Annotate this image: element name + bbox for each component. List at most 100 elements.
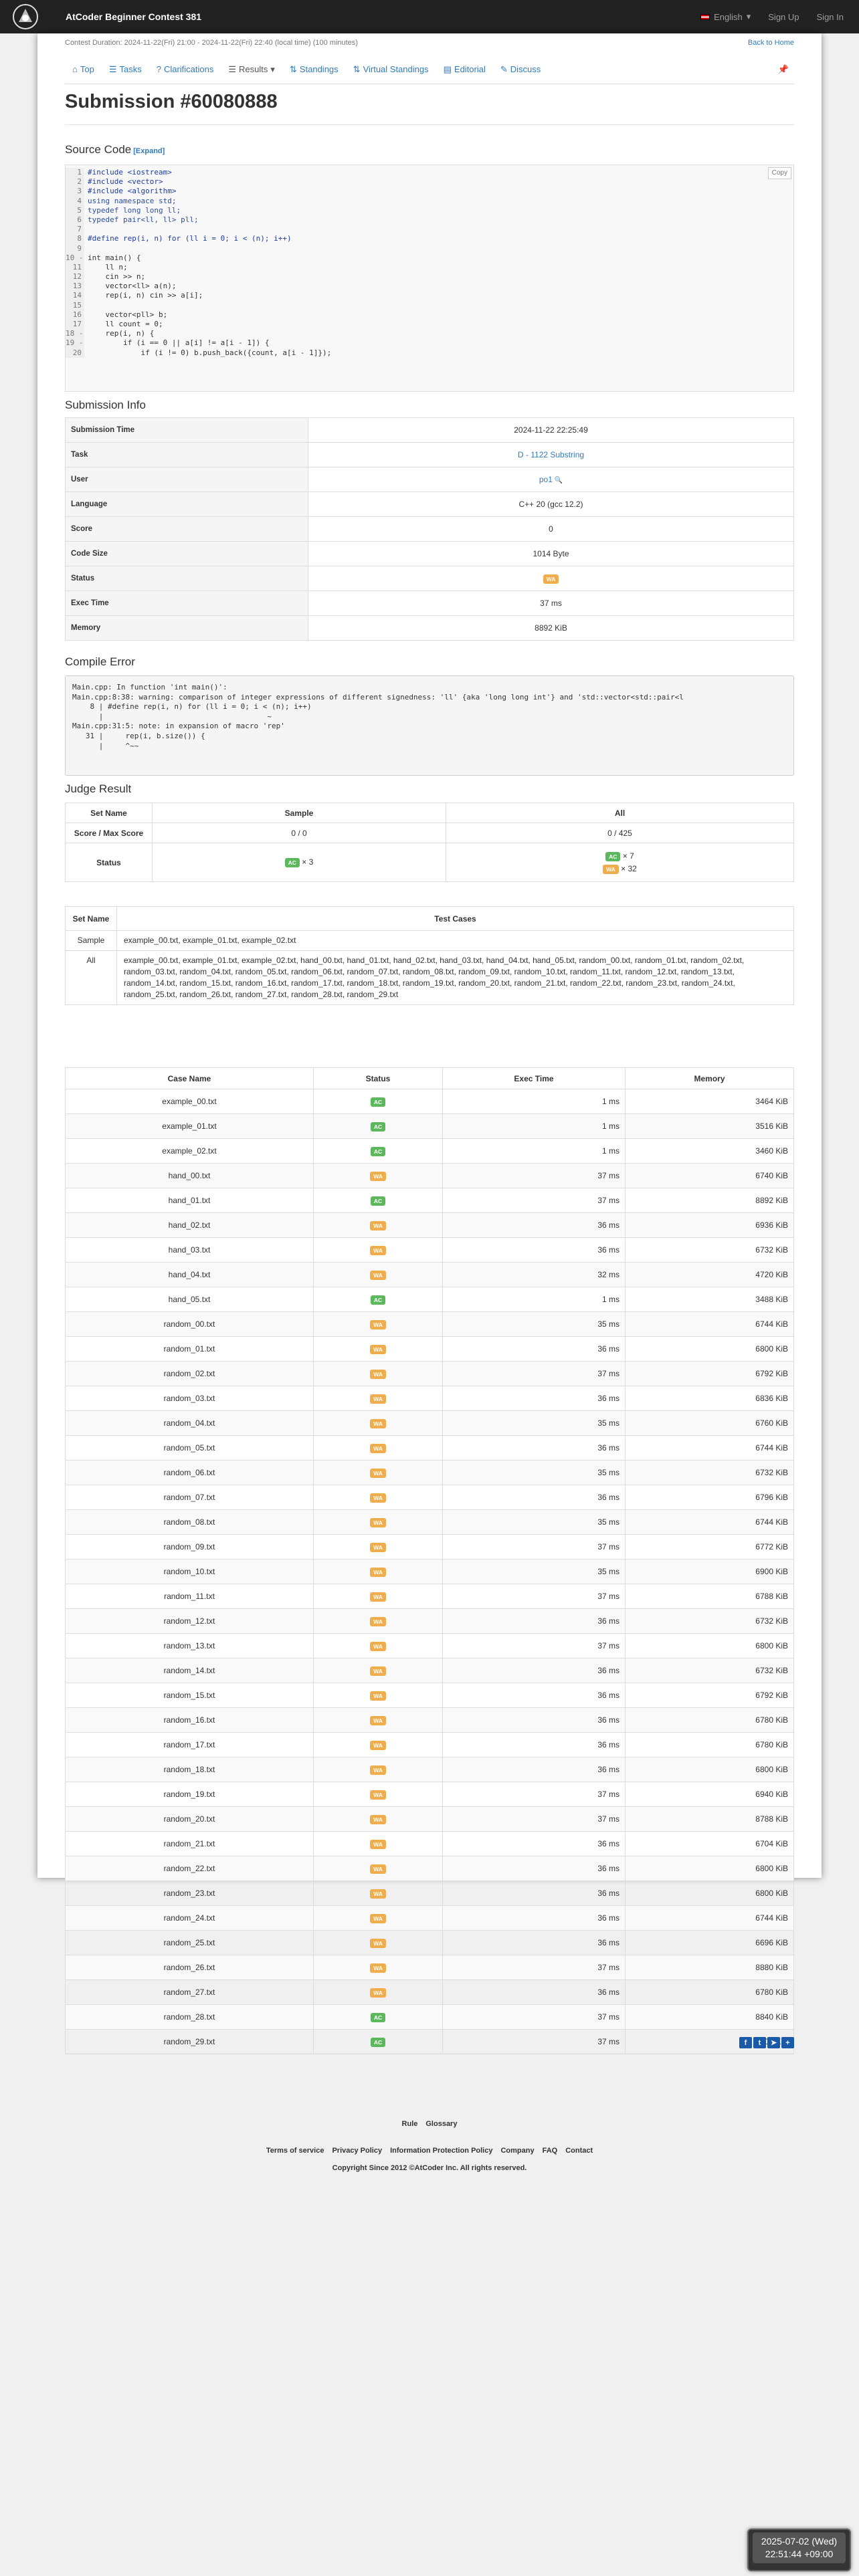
wa-badge: WA xyxy=(603,864,619,874)
telegram-icon[interactable]: ➤ xyxy=(767,2037,780,2048)
status-badge: WA xyxy=(543,574,559,584)
judge-result-heading: Judge Result xyxy=(65,782,132,795)
page-title: Submission #60080888 xyxy=(65,91,278,112)
info-key: User xyxy=(65,467,308,492)
case-exec-time: 37 ms xyxy=(442,1782,626,1807)
table-row: random_26.txt WA 37 ms 8880 KiB xyxy=(65,1955,794,1980)
tab-discuss[interactable]: ✎ Discuss xyxy=(493,64,548,75)
case-name: random_10.txt xyxy=(65,1559,314,1584)
tab-virtual-standings[interactable]: ⇅ Virtual Standings xyxy=(346,64,436,75)
case-memory: 6900 KiB xyxy=(625,1559,794,1584)
status-badge: WA xyxy=(370,1319,386,1329)
question-icon: ? xyxy=(156,64,161,74)
cases-header-time: Exec Time xyxy=(442,1067,626,1089)
case-status: AC xyxy=(313,1089,443,1114)
info-value-text: 37 ms xyxy=(540,599,562,608)
table-row: random_00.txt WA 35 ms 6744 KiB xyxy=(65,1311,794,1337)
sample-set-cases: example_00.txt, example_01.txt, example_… xyxy=(116,930,794,951)
status-badge: WA xyxy=(370,1765,386,1775)
atcoder-logo[interactable] xyxy=(7,1,44,32)
tab-editorial[interactable]: ▤ Editorial xyxy=(436,64,493,75)
case-memory: 6744 KiB xyxy=(625,1311,794,1337)
tab-standings[interactable]: ⇅ Standings xyxy=(282,64,346,75)
line-number: 12 xyxy=(66,272,84,282)
footer-terms-link[interactable]: Terms of service xyxy=(266,2147,324,2155)
code-line: 10 - int main() { xyxy=(66,253,793,263)
case-name: example_00.txt xyxy=(65,1089,314,1114)
contest-brand[interactable]: AtCoder Beginner Contest 381 xyxy=(66,11,201,22)
signin-link[interactable]: Sign In xyxy=(808,12,852,22)
code-text: using namespace std; xyxy=(88,196,177,205)
plus-share-icon[interactable]: + xyxy=(781,2037,794,2048)
main-panel: Contest Duration: 2024-11-22(Fri) 21:00 … xyxy=(37,33,822,2054)
case-status: WA xyxy=(313,1683,443,1708)
footer-glossary-link[interactable]: Glossary xyxy=(425,2120,457,2128)
case-exec-time: 36 ms xyxy=(442,1683,626,1708)
code-line: 1 #include <iostream> xyxy=(66,168,793,178)
case-name: random_01.txt xyxy=(65,1336,314,1362)
info-value: D - 1122 Substring xyxy=(308,442,794,467)
footer-privacy-link[interactable]: Privacy Policy xyxy=(332,2147,382,2155)
expand-link[interactable]: [Expand] xyxy=(133,147,165,155)
table-row: random_20.txt WA 37 ms 8788 KiB xyxy=(65,1806,794,1832)
info-row: User po1 🔍 xyxy=(65,467,794,492)
tab-standings-label: Standings xyxy=(299,64,339,74)
test-sets-table: Set Name Test Cases Sample example_00.txt,… xyxy=(65,906,794,1005)
code-line: 8 #define rep(i, n) for (ll i = 0; i < (n… xyxy=(66,234,793,244)
case-exec-time: 1 ms xyxy=(442,1287,626,1312)
case-status: WA xyxy=(313,1361,443,1386)
case-exec-time: 1 ms xyxy=(442,1113,626,1139)
case-status: WA xyxy=(313,1262,443,1287)
tab-tasks[interactable]: ☰ Tasks xyxy=(102,64,149,75)
tab-top[interactable]: ⌂ Top xyxy=(65,64,102,74)
info-value-text: 8892 KiB xyxy=(535,623,567,633)
twitter-icon[interactable]: t xyxy=(753,2037,766,2048)
source-code-heading: Source Code [Expand] xyxy=(65,143,165,156)
case-name: random_04.txt xyxy=(65,1410,314,1436)
signup-link[interactable]: Sign Up xyxy=(759,12,807,22)
case-name: random_19.txt xyxy=(65,1782,314,1807)
line-number: 4 xyxy=(66,196,84,206)
copyright: Copyright Since 2012 ©AtCoder Inc. All r… xyxy=(332,2164,527,2172)
case-exec-time: 1 ms xyxy=(442,1089,626,1114)
info-row: Code Size 1014 Byte xyxy=(65,541,794,566)
footer-rule-link[interactable]: Rule xyxy=(402,2120,418,2128)
task-link[interactable]: D - 1122 Substring xyxy=(518,450,584,459)
case-exec-time: 36 ms xyxy=(442,1707,626,1733)
copy-button[interactable]: Copy xyxy=(767,167,791,180)
footer-faq-link[interactable]: FAQ xyxy=(543,2147,558,2155)
footer-ipp-link[interactable]: Information Protection Policy xyxy=(390,2147,492,2155)
case-status: AC xyxy=(313,1113,443,1139)
case-name: hand_04.txt xyxy=(65,1262,314,1287)
language-dropdown[interactable]: English ▾ xyxy=(692,11,759,22)
tab-tasks-label: Tasks xyxy=(119,64,142,74)
case-name: random_08.txt xyxy=(65,1509,314,1535)
status-badge: WA xyxy=(370,1344,386,1354)
footer-contact-link[interactable]: Contact xyxy=(565,2147,593,2155)
footer-company-link[interactable]: Company xyxy=(500,2147,534,2155)
case-memory: 3488 KiB xyxy=(625,1287,794,1312)
tab-discuss-label: Discuss xyxy=(510,64,541,74)
user-link[interactable]: po1 xyxy=(539,475,553,484)
code-line: 2 #include <vector> xyxy=(66,177,793,187)
search-icon[interactable]: 🔍 xyxy=(553,477,563,484)
status-badge: WA xyxy=(370,1814,386,1824)
status-badge: AC xyxy=(370,1295,386,1305)
facebook-icon[interactable]: f xyxy=(739,2037,752,2048)
tab-clarifications[interactable]: ? Clarifications xyxy=(149,64,221,74)
table-row: random_07.txt WA 36 ms 6796 KiB xyxy=(65,1485,794,1510)
case-status: WA xyxy=(313,1707,443,1733)
back-to-home-link[interactable]: Back to Home xyxy=(748,39,794,47)
case-status: WA xyxy=(313,1435,443,1461)
line-number: 14 xyxy=(66,291,84,301)
table-row: random_12.txt WA 36 ms 6732 KiB xyxy=(65,1608,794,1634)
table-row: example_01.txt AC 1 ms 3516 KiB xyxy=(65,1113,794,1139)
status-badge: WA xyxy=(370,1641,386,1651)
tab-results[interactable]: ☰ Results ▾ xyxy=(221,64,282,75)
case-status: WA xyxy=(313,1658,443,1683)
line-number: 5 xyxy=(66,205,84,215)
status-label: Status xyxy=(65,843,153,882)
status-badge: WA xyxy=(370,1666,386,1676)
pin-icon[interactable]: 📌 xyxy=(778,64,789,75)
info-value-text: 2024-11-22 22:25:49 xyxy=(514,425,588,435)
